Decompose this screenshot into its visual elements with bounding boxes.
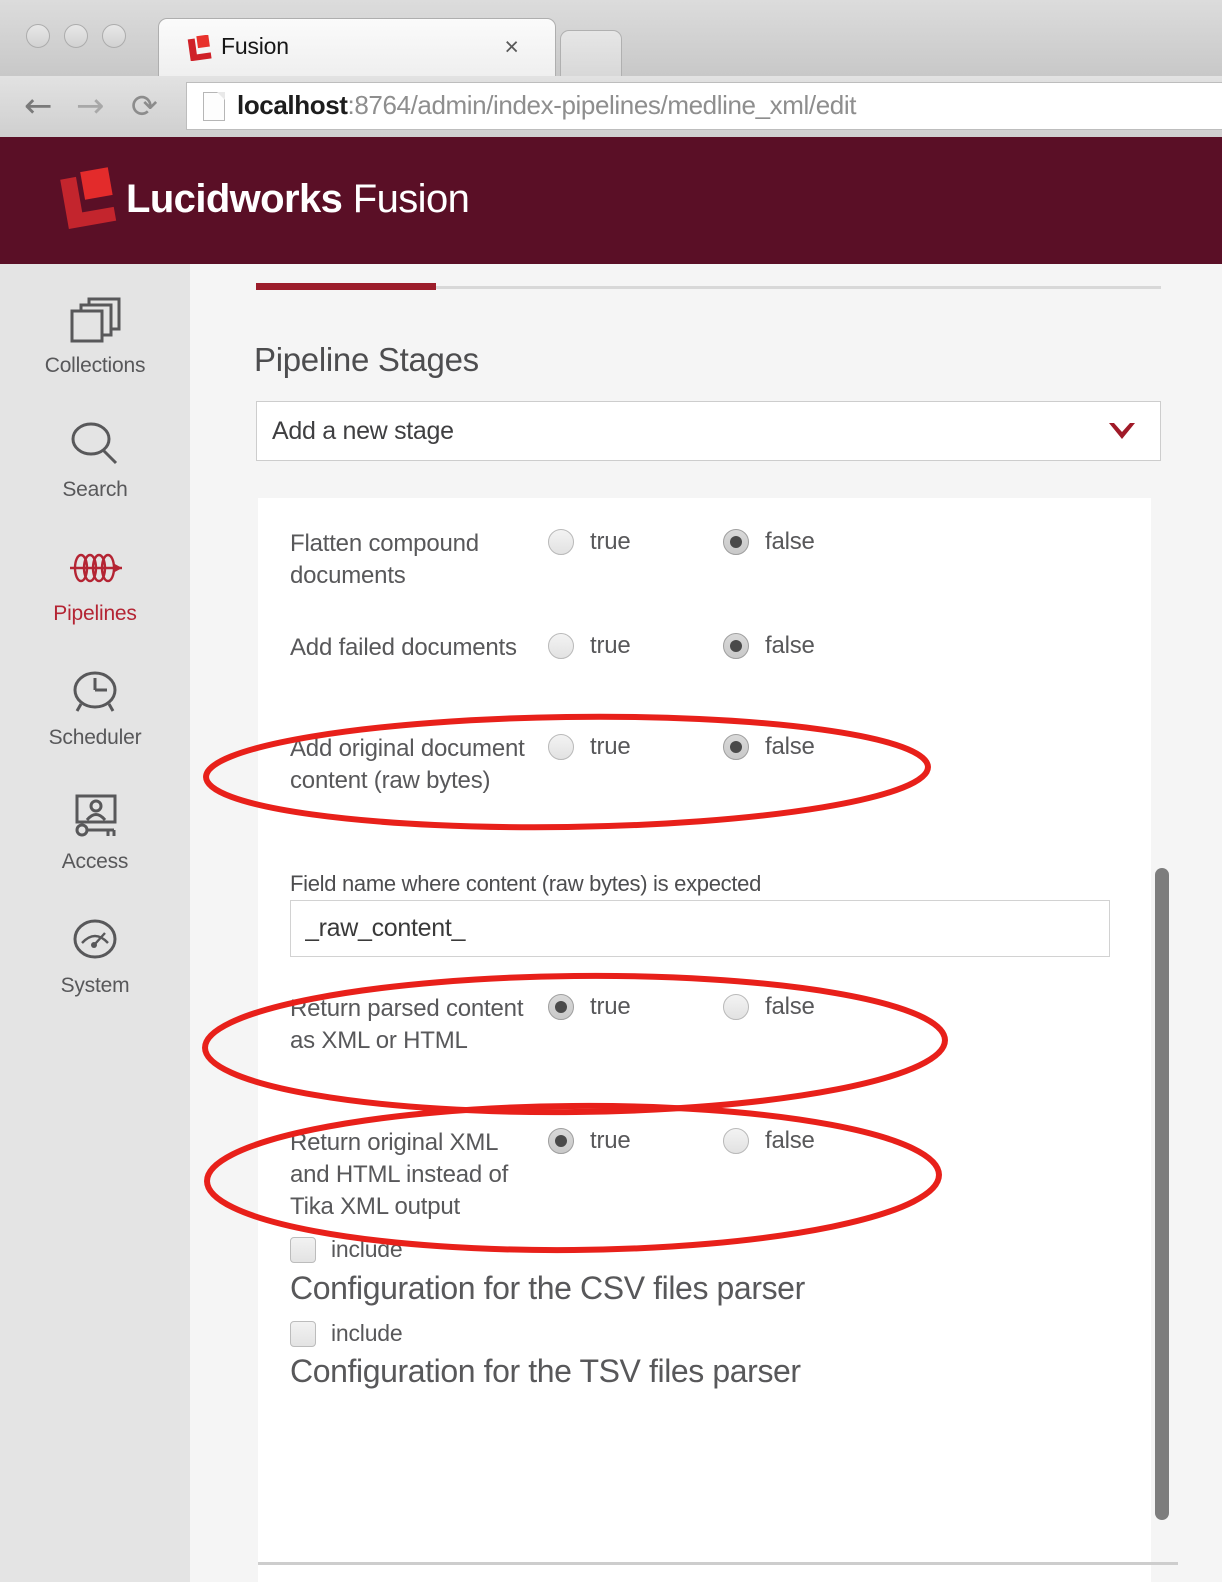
sidebar-item-access[interactable]: Access — [0, 788, 190, 874]
collections-icon — [0, 292, 190, 348]
window-close-button[interactable] — [26, 24, 50, 48]
search-icon — [0, 416, 190, 472]
radio-button[interactable] — [548, 633, 574, 659]
pipelines-icon — [0, 540, 190, 596]
sidebar-item-label: Scheduler — [48, 726, 142, 749]
page-title: Pipeline Stages — [254, 341, 479, 378]
radio-button[interactable] — [723, 994, 749, 1020]
browser-tabstrip: Fusion × — [0, 0, 1222, 76]
browser-chrome: Fusion × ← → ⟳ localhost:8764/admin/inde… — [0, 0, 1222, 137]
address-bar-url: localhost:8764/admin/index-pipelines/med… — [237, 90, 856, 121]
brand-title: Lucidworks Fusion — [126, 176, 470, 222]
radio-label: false — [765, 1127, 815, 1154]
window-minimize-button[interactable] — [64, 24, 88, 48]
field-label: Add failed documents — [290, 634, 517, 661]
close-icon[interactable]: × — [504, 34, 519, 60]
radio-option-false[interactable]: false — [723, 993, 815, 1021]
window-zoom-button[interactable] — [102, 24, 126, 48]
new-tab-button[interactable] — [560, 30, 622, 76]
radio-button[interactable] — [548, 529, 574, 555]
sidebar-item-label: Search — [62, 478, 128, 501]
checkbox-label: include — [331, 1320, 403, 1346]
tab-active-indicator — [256, 283, 436, 290]
radio-option-false[interactable]: false — [723, 1127, 815, 1155]
radio-label: false — [765, 993, 815, 1020]
access-key-icon — [0, 788, 190, 844]
radio-option-false[interactable]: false — [723, 733, 815, 761]
page-document-icon — [203, 92, 225, 121]
checkbox-label: include — [331, 1236, 403, 1262]
main-content: Pipeline Stages Add a new stage Flatten … — [190, 264, 1222, 1582]
sidebar-item-search[interactable]: Search — [0, 416, 190, 502]
app-root: Fusion × ← → ⟳ localhost:8764/admin/inde… — [0, 0, 1222, 1582]
field-label: Add original document content (raw bytes… — [290, 735, 525, 794]
add-stage-select-value: Add a new stage — [272, 417, 454, 445]
bottom-divider — [258, 1562, 1178, 1565]
back-icon[interactable]: ← — [24, 89, 53, 123]
radio-button[interactable] — [723, 633, 749, 659]
radio-label: true — [590, 528, 631, 555]
radio-button[interactable] — [548, 994, 574, 1020]
window-traffic-lights — [26, 24, 126, 48]
radio-button[interactable] — [723, 734, 749, 760]
raw-content-field-input[interactable] — [290, 900, 1110, 957]
radio-option-true[interactable]: true — [548, 993, 631, 1021]
radio-option-false[interactable]: false — [723, 632, 815, 660]
radio-label: true — [590, 993, 631, 1020]
radio-label: true — [590, 632, 631, 659]
sidebar-item-collections[interactable]: Collections — [0, 292, 190, 378]
clock-icon — [0, 664, 190, 720]
gauge-icon — [0, 912, 190, 968]
browser-tab-fusion[interactable]: Fusion × — [158, 18, 556, 76]
radio-button[interactable] — [723, 529, 749, 555]
address-bar-path: :8764/admin/index-pipelines/medline_xml/… — [347, 90, 857, 120]
brand-title-bold: Lucidworks — [126, 176, 343, 221]
radio-label: false — [765, 528, 815, 555]
radio-option-true[interactable]: true — [548, 632, 631, 660]
add-stage-select[interactable]: Add a new stage — [256, 401, 1161, 461]
forward-icon[interactable]: → — [76, 89, 105, 123]
address-bar-host: localhost — [237, 90, 348, 120]
radio-button[interactable] — [548, 1128, 574, 1154]
sidebar-nav: Collections Search Pipelines Scheduler A… — [0, 264, 190, 1582]
radio-option-true[interactable]: true — [548, 1127, 631, 1155]
sidebar-item-scheduler[interactable]: Scheduler — [0, 664, 190, 750]
sidebar-item-label: Access — [61, 850, 129, 873]
radio-option-true[interactable]: true — [548, 528, 631, 556]
field-label: Return original XML and HTML instead of … — [290, 1129, 509, 1220]
radio-button[interactable] — [723, 1128, 749, 1154]
field-label: Return parsed content as XML or HTML — [290, 995, 524, 1054]
radio-button[interactable] — [548, 734, 574, 760]
radio-label: false — [765, 632, 815, 659]
include-tsv-parser-checkbox-row[interactable]: include — [290, 1320, 403, 1347]
sidebar-item-pipelines[interactable]: Pipelines — [0, 540, 190, 626]
radio-label: true — [590, 1127, 631, 1154]
stage-config-card: Flatten compound documents true false Ad… — [258, 498, 1151, 1582]
vertical-scrollbar-thumb[interactable] — [1155, 868, 1169, 1520]
browser-tab-title: Fusion — [221, 33, 289, 59]
brand-title-light: Fusion — [342, 176, 470, 221]
sidebar-item-label: Collections — [44, 354, 146, 377]
checkbox[interactable] — [290, 1320, 316, 1347]
include-csv-parser-checkbox-row[interactable]: include — [290, 1236, 403, 1263]
brand-logo[interactable]: Lucidworks Fusion — [58, 167, 470, 231]
sidebar-item-system[interactable]: System — [0, 912, 190, 998]
checkbox[interactable] — [290, 1236, 316, 1263]
app-header: Lucidworks Fusion — [0, 137, 1222, 264]
tsv-parser-heading: Configuration for the TSV files parser — [290, 1353, 801, 1389]
reload-icon[interactable]: ⟳ — [131, 89, 158, 123]
chevron-down-icon — [1106, 417, 1138, 447]
radio-label: true — [590, 733, 631, 760]
sidebar-item-label: System — [60, 974, 130, 997]
sidebar-item-label: Pipelines — [53, 602, 137, 625]
fusion-favicon-icon — [186, 34, 212, 62]
csv-parser-heading: Configuration for the CSV files parser — [290, 1270, 805, 1306]
raw-content-field-label: Field name where content (raw bytes) is … — [290, 871, 762, 896]
radio-label: false — [765, 733, 815, 760]
field-label: Flatten compound documents — [290, 530, 479, 589]
radio-option-true[interactable]: true — [548, 733, 631, 761]
radio-option-false[interactable]: false — [723, 528, 815, 556]
address-bar[interactable]: localhost:8764/admin/index-pipelines/med… — [186, 82, 1222, 130]
lucidworks-logo-icon — [58, 167, 120, 231]
